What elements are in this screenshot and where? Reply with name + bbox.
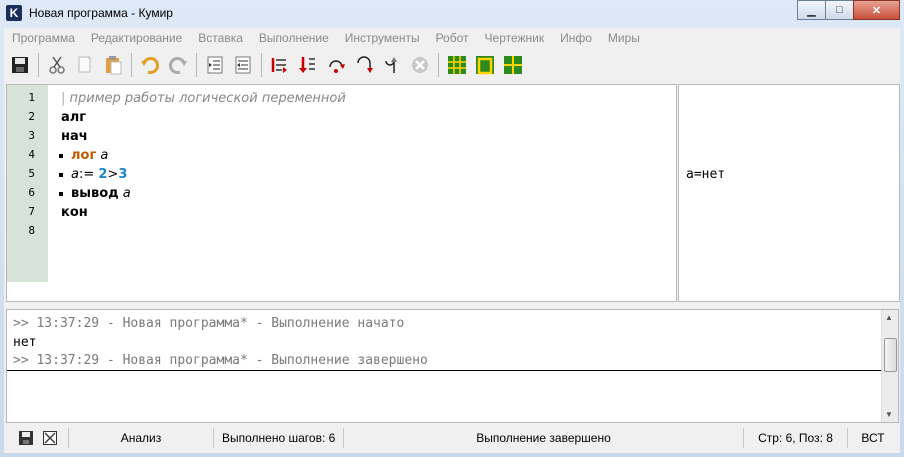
step-out-icon[interactable] [380, 53, 404, 77]
toolbar-separator [38, 53, 39, 77]
toolbar-separator [131, 53, 132, 77]
paste-icon[interactable] [101, 53, 125, 77]
line-number: 6 [28, 186, 35, 199]
line-number: 8 [28, 224, 35, 237]
toolbar [4, 48, 900, 82]
indent-icon[interactable] [203, 53, 227, 77]
save-icon[interactable] [14, 428, 38, 448]
maximize-button[interactable]: □ [825, 0, 854, 20]
code-editor[interactable]: 1 2 3 4 5 6 7 8 | пример работы логическ… [6, 84, 677, 302]
toolbar-separator [438, 53, 439, 77]
console-line: >> 13:37:29 - Новая программа* - Выполне… [13, 353, 428, 368]
code-line-1: | пример работы логической переменной [61, 89, 346, 108]
assign-operator: := [78, 167, 99, 182]
compare-operator: > [107, 167, 119, 182]
toolbar-separator [261, 53, 262, 77]
indent-marker [59, 153, 63, 158]
menu-info[interactable]: Инфо [552, 28, 600, 48]
minimize-button[interactable]: ▁ [797, 0, 826, 20]
console-line: нет [13, 335, 37, 350]
menu-program[interactable]: Программа [4, 28, 83, 48]
line-number: 4 [28, 148, 35, 161]
type-keyword: лог [71, 148, 97, 163]
line-number: 2 [28, 110, 35, 123]
drawer-icon[interactable] [501, 53, 525, 77]
code-line-6: вывод а [59, 184, 131, 203]
scroll-down-arrow-icon[interactable]: ▼ [885, 410, 893, 419]
unindent-icon[interactable] [231, 53, 255, 77]
stop-icon[interactable] [408, 53, 432, 77]
menu-worlds[interactable]: Миры [600, 28, 648, 48]
menu-edit[interactable]: Редактирование [83, 28, 190, 48]
client-area: Программа Редактирование Вставка Выполне… [4, 28, 900, 453]
run-regular-icon[interactable] [268, 53, 292, 77]
copy-icon[interactable] [73, 53, 97, 77]
insert-mode: ВСТ [861, 431, 885, 445]
console-scrollbar[interactable]: ▲ ▼ [881, 310, 898, 422]
code-line-7: кон [61, 205, 88, 220]
variable-name: а [96, 148, 109, 163]
line-number: 3 [28, 129, 35, 142]
save-icon[interactable] [8, 53, 32, 77]
undo-icon[interactable] [138, 53, 162, 77]
console-line: >> 13:37:29 - Новая программа* - Выполне… [13, 316, 405, 331]
variable-values-panel: а=нет [678, 84, 900, 302]
variable-name: а [118, 186, 131, 201]
console-divider [7, 370, 881, 371]
run-state: Выполнение завершено [344, 428, 744, 448]
scroll-thumb[interactable] [884, 338, 897, 372]
step-over-icon[interactable] [324, 53, 348, 77]
analysis-status: Анализ [68, 428, 214, 448]
app-logo-icon: K [6, 5, 22, 21]
line-number-gutter: 1 2 3 4 5 6 7 8 [7, 85, 48, 282]
menu-bar: Программа Редактирование Вставка Выполне… [4, 28, 900, 48]
console-output[interactable]: >> 13:37:29 - Новая программа* - Выполне… [6, 309, 899, 423]
code-line-2: алг [61, 110, 87, 125]
menu-run[interactable]: Выполнение [251, 28, 337, 48]
variable-name: а [71, 167, 79, 182]
status-bar: Анализ Выполнено шагов: 6 Выполнение зав… [4, 426, 900, 450]
number-literal: 3 [118, 167, 128, 182]
main-window: K Новая программа - Кумир ▁ □ ✕ Программ… [0, 0, 904, 457]
indent-marker [59, 191, 63, 196]
cut-icon[interactable] [45, 53, 69, 77]
line-number: 5 [28, 167, 35, 180]
code-line-4: лог а [59, 146, 109, 165]
scroll-up-arrow-icon[interactable]: ▲ [885, 313, 893, 322]
cursor-position: Стр: 6, Поз: 8 [744, 428, 848, 448]
steps-count: Выполнено шагов: 6 [214, 428, 344, 448]
close-button[interactable]: ✕ [853, 0, 900, 20]
title-bar[interactable]: K Новая программа - Кумир ▁ □ ✕ [0, 0, 904, 28]
variable-value: а=нет [686, 167, 726, 182]
menu-tools[interactable]: Инструменты [337, 28, 428, 48]
code-line-3: нач [61, 129, 88, 144]
indent-marker [59, 172, 63, 177]
line-number: 7 [28, 205, 35, 218]
code-comment: пример работы логической переменной [65, 91, 346, 106]
output-keyword: вывод [71, 186, 119, 201]
menu-drawer[interactable]: Чертежник [477, 28, 553, 48]
line-number: 1 [28, 91, 35, 104]
toolbar-separator [196, 53, 197, 77]
menu-insert[interactable]: Вставка [190, 28, 251, 48]
menu-robot[interactable]: Робот [428, 28, 477, 48]
robot-window-icon[interactable] [473, 53, 497, 77]
step-in-icon[interactable] [352, 53, 376, 77]
window-title: Новая программа - Кумир [29, 6, 173, 20]
run-blind-icon[interactable] [296, 53, 320, 77]
robot-world-icon[interactable] [445, 53, 469, 77]
redo-icon[interactable] [166, 53, 190, 77]
window-controls: ▁ □ ✕ [797, 0, 900, 20]
code-line-5: а:= 2>3 [59, 165, 128, 184]
close-file-icon[interactable] [38, 428, 62, 448]
